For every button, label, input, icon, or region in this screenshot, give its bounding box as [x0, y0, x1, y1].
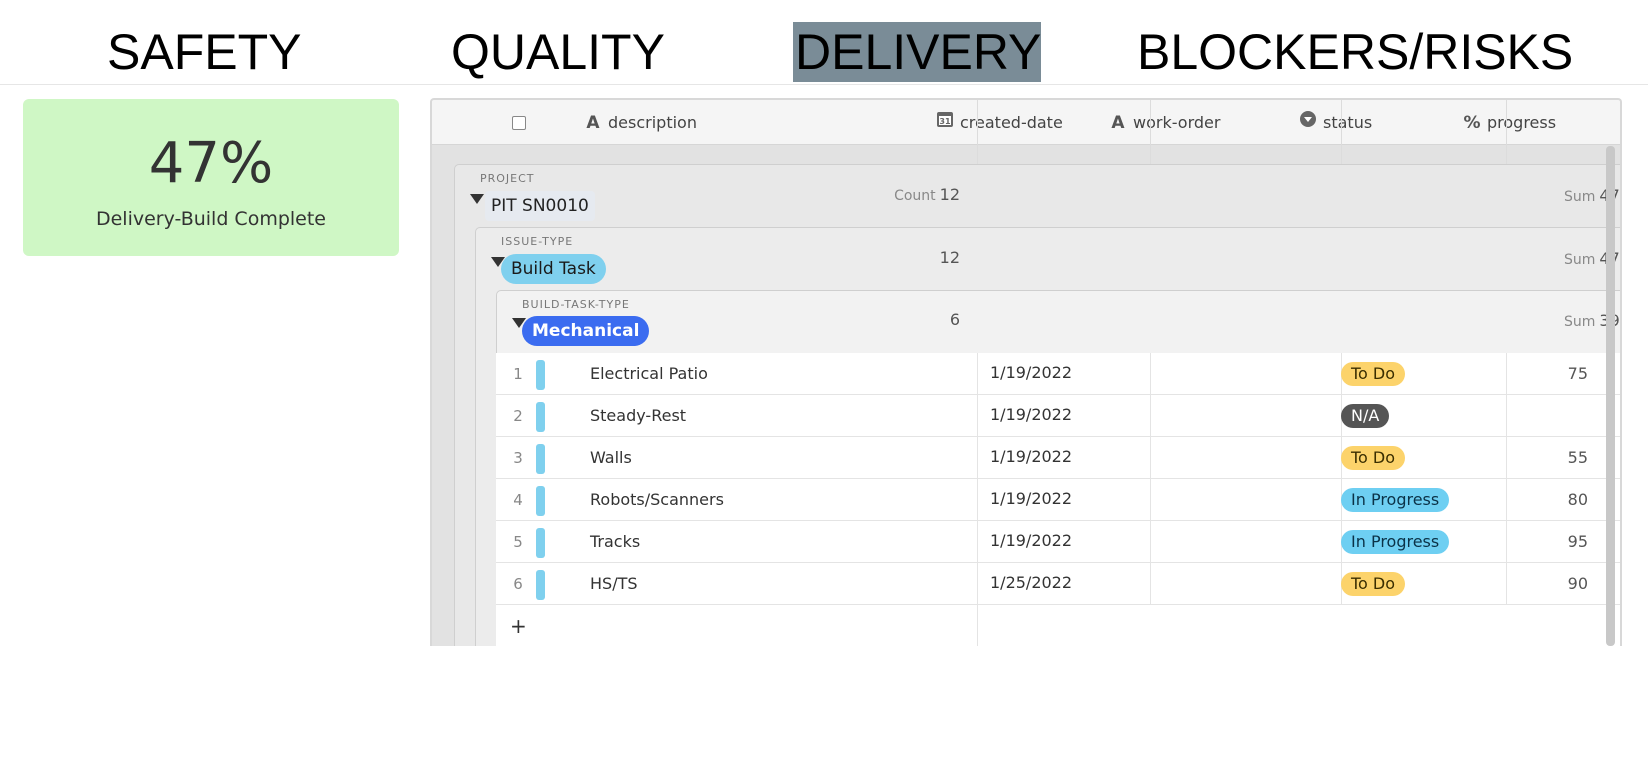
group-caption-build-task-type: BUILD-TASK-TYPE: [522, 298, 630, 311]
kpi-label: Delivery-Build Complete: [95, 208, 326, 230]
row-color-bar: [536, 570, 545, 600]
group-caption-issue-type: ISSUE-TYPE: [501, 235, 574, 248]
add-row-button[interactable]: +: [510, 605, 527, 646]
status-badge[interactable]: To Do: [1341, 572, 1406, 596]
cell-description[interactable]: Steady-Rest: [590, 395, 686, 437]
percent-icon: %: [1463, 113, 1481, 133]
cell-description[interactable]: Tracks: [590, 521, 640, 563]
column-divider: [1150, 479, 1151, 520]
status-badge[interactable]: In Progress: [1341, 488, 1450, 512]
group-count-build-task-type: 6: [949, 310, 960, 329]
column-divider: [977, 521, 978, 562]
column-divider: [1150, 395, 1151, 436]
top-nav: SAFETY QUALITY DELIVERY BLOCKERS/RISKS: [0, 0, 1648, 85]
column-divider: [977, 437, 978, 478]
text-icon: A: [1111, 113, 1125, 133]
group-value-build-task-type: Mechanical: [522, 316, 650, 346]
tab-delivery[interactable]: DELIVERY: [793, 22, 1041, 82]
column-divider: [1506, 395, 1507, 436]
column-divider: [1150, 437, 1151, 478]
cell-progress[interactable]: 95: [1496, 521, 1588, 563]
cell-progress[interactable]: 90: [1496, 563, 1588, 605]
tab-quality[interactable]: QUALITY: [451, 22, 665, 82]
row-color-bar: [536, 402, 545, 432]
svg-text:31: 31: [939, 117, 951, 126]
row-color-bar: [536, 486, 545, 516]
column-header-created-date[interactable]: 31 created-date: [936, 100, 1063, 145]
cell-created-date[interactable]: 1/19/2022: [990, 395, 1072, 435]
group-caption-project: PROJECT: [480, 172, 535, 185]
row-number: 4: [513, 491, 523, 509]
column-header-description[interactable]: Adescription: [584, 100, 697, 145]
cell-created-date[interactable]: 1/25/2022: [990, 563, 1072, 603]
cell-created-date[interactable]: 1/19/2022: [990, 521, 1072, 561]
group-value-issue-type: Build Task: [501, 254, 606, 284]
table-row[interactable]: 1 Electrical Patio 1/19/2022 To Do 75: [496, 353, 1620, 395]
row-number: 2: [513, 407, 523, 425]
table-row[interactable]: 3 Walls 1/19/2022 To Do 55: [496, 437, 1620, 479]
status-badge[interactable]: To Do: [1341, 446, 1406, 470]
cell-description[interactable]: Robots/Scanners: [590, 479, 724, 521]
column-header-status[interactable]: status: [1299, 100, 1372, 145]
row-number: 5: [513, 533, 523, 551]
kpi-value: 47%: [148, 131, 274, 196]
group-value-project: PIT SN0010: [485, 191, 595, 221]
column-divider: [977, 563, 978, 604]
row-number: 3: [513, 449, 523, 467]
vertical-scrollbar[interactable]: [1606, 146, 1615, 646]
column-divider: [1150, 521, 1151, 562]
data-grid: Adescription 31 created-date Awork-order…: [430, 98, 1622, 646]
select-all-checkbox[interactable]: [512, 116, 526, 130]
row-color-bar: [536, 360, 545, 390]
column-divider: [977, 353, 978, 394]
cell-description[interactable]: Electrical Patio: [590, 353, 708, 395]
cell-created-date[interactable]: 1/19/2022: [990, 437, 1072, 477]
status-badge[interactable]: In Progress: [1341, 530, 1450, 554]
cell-progress[interactable]: 80: [1496, 479, 1588, 521]
tab-blockers-risks[interactable]: BLOCKERS/RISKS: [1137, 22, 1573, 82]
tab-safety[interactable]: SAFETY: [107, 22, 301, 82]
column-divider: [1150, 563, 1151, 604]
row-number: 6: [513, 575, 523, 593]
cell-description[interactable]: Walls: [590, 437, 632, 479]
add-row[interactable]: +: [496, 605, 1620, 646]
collapse-project-icon[interactable]: [470, 194, 484, 204]
group-count-project: Count 12: [894, 185, 960, 204]
cell-progress[interactable]: 75: [1496, 353, 1588, 395]
cell-progress[interactable]: 55: [1496, 437, 1588, 479]
row-color-bar: [536, 528, 545, 558]
table-row[interactable]: 5 Tracks 1/19/2022 In Progress 95: [496, 521, 1620, 563]
table-row[interactable]: 4 Robots/Scanners 1/19/2022 In Progress …: [496, 479, 1620, 521]
column-divider: [977, 479, 978, 520]
calendar-icon: 31: [936, 101, 954, 146]
cell-created-date[interactable]: 1/19/2022: [990, 479, 1072, 519]
table-row[interactable]: 2 Steady-Rest 1/19/2022 N/A: [496, 395, 1620, 437]
column-divider: [1150, 353, 1151, 394]
text-icon: A: [586, 113, 600, 133]
grid-header: Adescription 31 created-date Awork-order…: [432, 100, 1620, 145]
column-header-work-order[interactable]: Awork-order: [1109, 100, 1220, 145]
table-row[interactable]: 6 HS/TS 1/25/2022 To Do 90: [496, 563, 1620, 605]
kpi-card: 47% Delivery-Build Complete: [23, 99, 399, 256]
single-select-icon: [1299, 101, 1317, 146]
cell-created-date[interactable]: 1/19/2022: [990, 353, 1072, 393]
column-divider: [977, 605, 978, 646]
group-count-issue-type: 12: [939, 248, 960, 267]
status-badge[interactable]: To Do: [1341, 362, 1406, 386]
column-divider: [977, 395, 978, 436]
status-badge[interactable]: N/A: [1341, 404, 1390, 428]
cell-description[interactable]: HS/TS: [590, 563, 638, 605]
column-header-progress[interactable]: % progress: [1463, 100, 1556, 145]
row-number: 1: [513, 365, 523, 383]
grid-rows: 1 Electrical Patio 1/19/2022 To Do 75 2 …: [496, 353, 1620, 646]
row-color-bar: [536, 444, 545, 474]
